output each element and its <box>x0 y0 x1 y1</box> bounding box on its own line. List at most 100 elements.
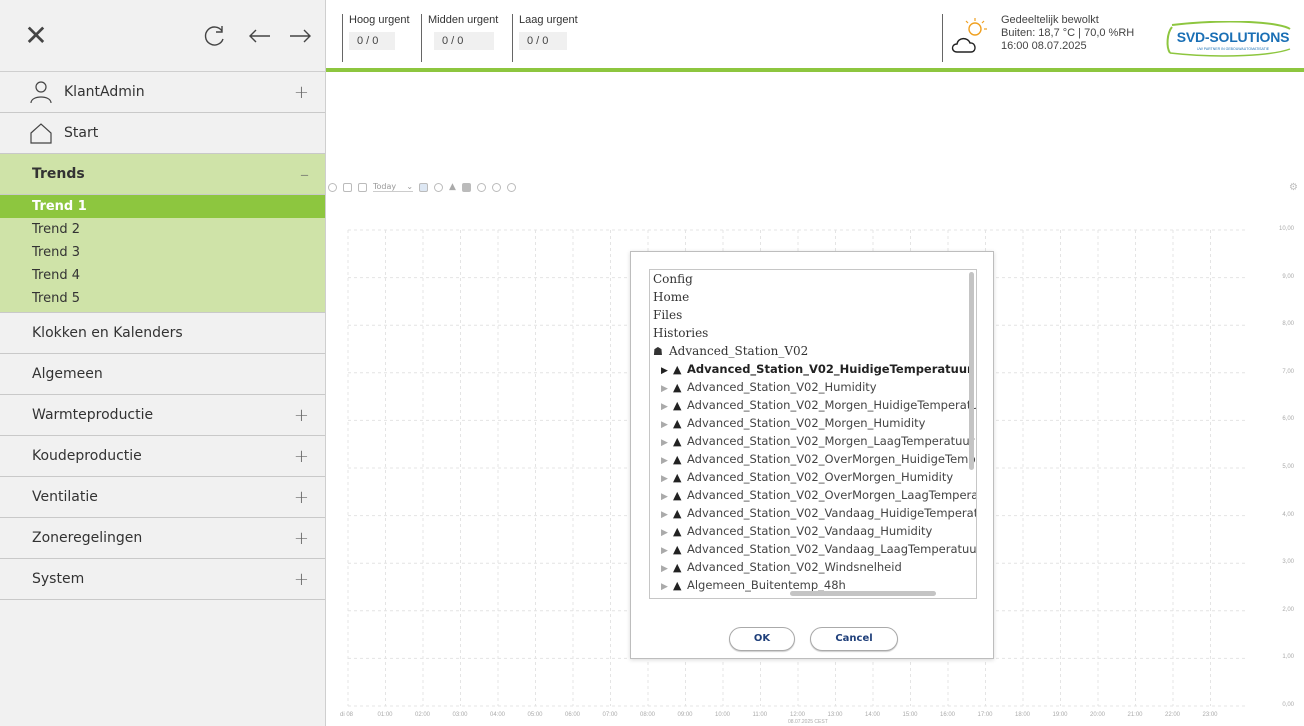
history-label: Advanced_Station_V02_Humidity <box>687 380 877 394</box>
tree-history-item[interactable]: ▶ ▲ Advanced_Station_V02_Morgen_Humidity <box>650 414 976 432</box>
stop-icon[interactable] <box>461 182 471 192</box>
expand-arrow-icon[interactable]: ▶ <box>661 578 673 596</box>
collapse-minus-icon[interactable]: – <box>300 164 309 185</box>
nav-algemeen[interactable]: Algemeen <box>0 354 325 395</box>
expand-plus-icon[interactable]: + <box>294 446 309 467</box>
history-icon: ▲ <box>673 363 682 376</box>
x-tick-label: 19:00 <box>1052 712 1068 718</box>
nav-klantadmin[interactable]: KlantAdmin + <box>0 72 325 113</box>
trend-item[interactable]: Trend 1 <box>0 195 325 218</box>
tree-history-item[interactable]: ▶ ▲ Advanced_Station_V02_Windsnelheid <box>650 558 976 576</box>
expand-plus-icon[interactable]: + <box>294 528 309 549</box>
arrow-left-icon[interactable] <box>246 22 274 50</box>
trend-item[interactable]: Trend 3 <box>0 241 325 264</box>
trend-item[interactable]: Trend 2 <box>0 218 325 241</box>
history-tree[interactable]: Config Home Files Histories ☗ Advanced_St… <box>649 269 977 599</box>
station-icon: ☗ <box>653 345 663 358</box>
zoom-icon[interactable] <box>434 182 443 192</box>
y-tick-label: 3,00 <box>1282 559 1294 566</box>
history-label: Advanced_Station_V02_Vandaag_LaagTempera… <box>687 542 977 556</box>
tree-root-item[interactable]: Histories <box>650 324 976 342</box>
gear-icon[interactable]: ⚙ <box>1289 182 1298 193</box>
tree-history-item[interactable]: ▶ ▲ Advanced_Station_V02_OverMorgen_Huidig… <box>650 450 976 468</box>
tree-history-item[interactable]: ▶ ▲ Advanced_Station_V02_Vandaag_Humidity <box>650 522 976 540</box>
refresh-icon[interactable] <box>200 22 228 50</box>
history-icon: ▲ <box>673 399 682 412</box>
add-icon[interactable] <box>328 182 337 192</box>
expand-plus-icon[interactable]: + <box>294 569 309 590</box>
tree-items: ▶ ▲ Advanced_Station_V02_HuidigeTemperatuu… <box>650 360 976 594</box>
tree-history-item[interactable]: ▶ ▲ Advanced_Station_V02_HuidigeTemperatuu… <box>650 360 976 378</box>
y-tick-label: 1,00 <box>1282 654 1294 661</box>
nav-system[interactable]: System + <box>0 559 325 600</box>
tree-history-item[interactable]: ▶ ▲ Advanced_Station_V02_Humidity <box>650 378 976 396</box>
disable-icon[interactable] <box>491 182 501 192</box>
x-tick-label: 03:00 <box>452 712 468 718</box>
ok-button[interactable]: OK <box>729 627 795 651</box>
export-icon[interactable] <box>358 182 367 192</box>
logo-text: SVD-SOLUTIONS <box>1176 29 1290 45</box>
x-tick-label: 13:00 <box>827 712 843 718</box>
nav-zoneregelingen[interactable]: Zoneregelingen + <box>0 518 325 559</box>
tree-root-item[interactable]: Config <box>650 270 976 288</box>
x-tick-label: 05:00 <box>527 712 543 718</box>
nav-trends[interactable]: Trends – <box>0 154 325 195</box>
history-label: Advanced_Station_V02_OverMorgen_HuidigeT… <box>687 452 976 466</box>
expand-plus-icon[interactable]: + <box>294 405 309 426</box>
tree-root-item[interactable]: Files <box>650 306 976 324</box>
settings-icon[interactable] <box>506 182 516 192</box>
zoom-box-icon[interactable] <box>419 182 428 192</box>
tree-history-item[interactable]: ▶ ▲ Advanced_Station_V02_Morgen_HuidigeTem… <box>650 396 976 414</box>
trend-item[interactable]: Trend 5 <box>0 287 325 310</box>
nav-koudeproductie[interactable]: Koudeproductie + <box>0 436 325 477</box>
x-tick-label: 04:00 <box>490 712 506 718</box>
close-icon[interactable]: ✕ <box>22 22 50 50</box>
alarm-label: Laag urgent <box>519 14 578 26</box>
expand-plus-icon[interactable]: + <box>294 487 309 508</box>
nav-label: Algemeen <box>32 366 103 382</box>
horizontal-scrollbar[interactable] <box>790 591 936 596</box>
tree-history-item[interactable]: ▶ ▲ Advanced_Station_V02_Vandaag_LaagTempe… <box>650 540 976 558</box>
tree-history-item[interactable]: ▶ ▲ Advanced_Station_V02_Morgen_LaagTemper… <box>650 432 976 450</box>
nav-label: Trends <box>32 166 85 182</box>
alarm-medium[interactable]: Midden urgent 0 / 0 <box>421 14 498 62</box>
expand-plus-icon[interactable]: + <box>294 82 309 103</box>
nav-warmteproductie[interactable]: Warmteproductie + <box>0 395 325 436</box>
nav-klokken[interactable]: Klokken en Kalenders <box>0 313 325 354</box>
tree-history-item[interactable]: ▶ ▲ Advanced_Station_V02_Vandaag_HuidigeTe… <box>650 504 976 522</box>
history-label: Advanced_Station_V02_OverMorgen_Humidity <box>687 470 954 484</box>
vertical-scrollbar[interactable] <box>969 272 974 470</box>
tree-history-item[interactable]: ▶ ▲ Advanced_Station_V02_OverMorgen_LaagTe… <box>650 486 976 504</box>
alarm-low[interactable]: Laag urgent 0 / 0 <box>512 14 578 62</box>
cancel-button[interactable]: Cancel <box>810 627 898 651</box>
history-label: Advanced_Station_V02_HuidigeTemperatuur <box>687 362 973 376</box>
nav-start[interactable]: Start <box>0 113 325 154</box>
x-tick-label: 22:00 <box>1165 712 1181 718</box>
nav-label: Klokken en Kalenders <box>32 325 183 341</box>
weather-widget: Gedeeltelijk bewolkt Buiten: 18,7 °C | 7… <box>942 14 1134 62</box>
nav-ventilatie[interactable]: Ventilatie + <box>0 477 325 518</box>
weather-outside: Buiten: 18,7 °C | 70,0 %RH <box>1001 27 1135 39</box>
alarm-high[interactable]: Hoog urgent 0 / 0 <box>342 14 410 62</box>
x-tick-label: 08:00 <box>640 712 656 718</box>
y-tick-label: 10,00 <box>1278 226 1294 232</box>
history-label: Advanced_Station_V02_Morgen_Humidity <box>687 416 926 430</box>
save-icon[interactable] <box>343 182 352 192</box>
history-label: Advanced_Station_V02_Morgen_LaagTemperat… <box>687 434 975 448</box>
time-range-select[interactable]: Today ⌄ <box>373 182 413 192</box>
tree-history-item[interactable]: ▶ ▲ Advanced_Station_V02_OverMorgen_Humidi… <box>650 468 976 486</box>
marker-icon[interactable]: ▲ <box>449 182 456 192</box>
arrow-right-icon[interactable] <box>286 22 314 50</box>
clock-icon[interactable] <box>476 182 486 192</box>
nav-label: Ventilatie <box>32 489 98 505</box>
history-label: Algemeen_Buitentemp_48h <box>687 578 846 592</box>
tree-root-item[interactable]: Home <box>650 288 976 306</box>
weather-time: 16:00 08.07.2025 <box>1001 40 1087 52</box>
history-label: Advanced_Station_V02_Vandaag_HuidigeTemp… <box>687 506 977 520</box>
svd-solutions-logo: SVD-SOLUTIONS UW PARTNER IN GEBOUWAUTOMA… <box>1164 20 1296 59</box>
time-range-value: Today <box>373 182 397 191</box>
trend-item[interactable]: Trend 4 <box>0 264 325 287</box>
tree-station[interactable]: ☗ Advanced_Station_V02 <box>650 342 976 360</box>
x-tick-label: di 08 <box>340 712 354 718</box>
x-tick-label: 09:00 <box>677 712 693 718</box>
